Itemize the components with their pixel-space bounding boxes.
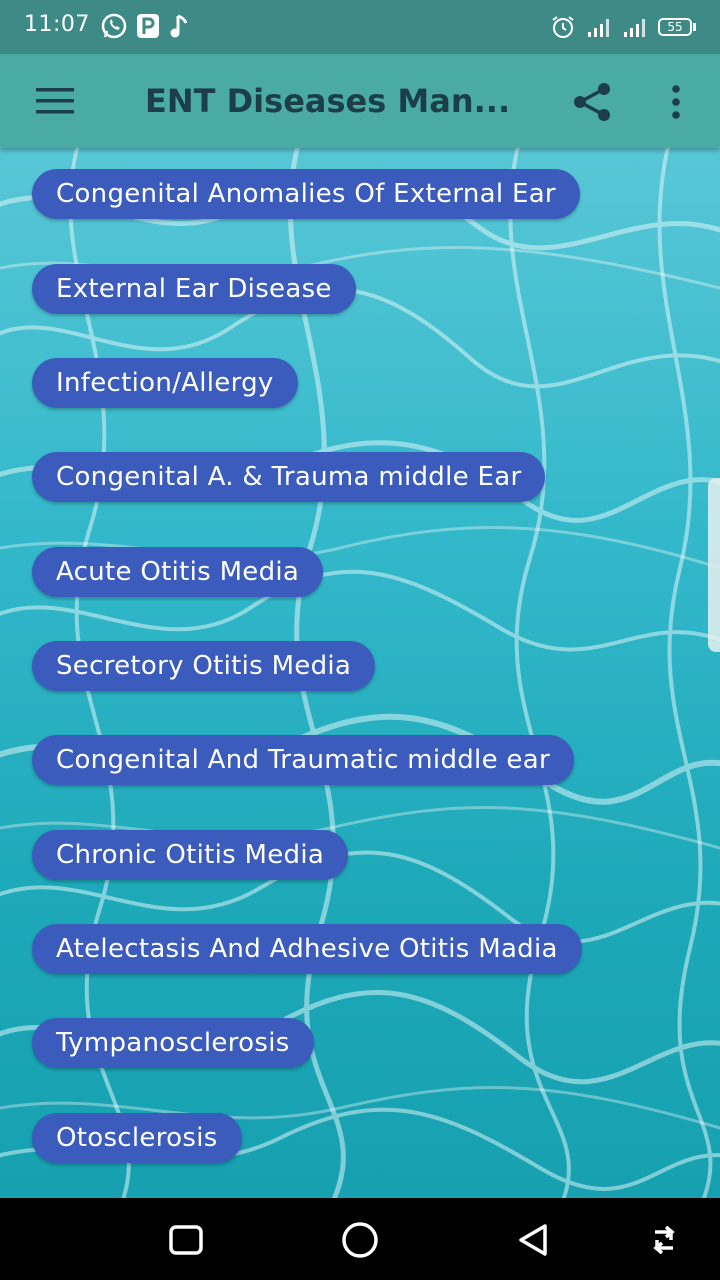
more-vert-icon[interactable]	[660, 82, 692, 122]
screen: 11:07 55 ENT Diseases Man... Congenital …	[0, 0, 720, 1280]
p-app-icon	[137, 14, 159, 38]
battery-icon: 55	[658, 18, 696, 36]
alarm-icon	[552, 16, 574, 38]
music-note-icon	[170, 14, 188, 38]
topic-button[interactable]: Congenital A. & Trauma middle Ear	[32, 452, 546, 502]
topic-list[interactable]: Congenital Anomalies Of External Ear Ext…	[0, 148, 720, 1198]
home-icon[interactable]	[338, 1218, 382, 1262]
topic-button[interactable]: Atelectasis And Adhesive Otitis Madia	[32, 924, 582, 974]
topic-button[interactable]: Otosclerosis	[32, 1113, 242, 1163]
system-icons: 55	[550, 14, 696, 40]
topic-button[interactable]: Secretory Otitis Media	[32, 641, 376, 691]
status-time: 11:07	[24, 12, 90, 37]
battery-level: 55	[658, 18, 692, 36]
topic-button[interactable]: Congenital And Traumatic middle ear	[32, 735, 574, 785]
whatsapp-icon	[101, 13, 127, 39]
recent-apps-icon[interactable]	[164, 1218, 208, 1262]
menu-icon[interactable]	[34, 84, 76, 118]
navigation-bar	[0, 1198, 720, 1280]
share-icon[interactable]	[570, 80, 614, 124]
signal-icon-2	[624, 19, 645, 37]
notification-icons	[100, 12, 190, 40]
page-title: ENT Diseases Man...	[145, 82, 511, 120]
rotate-icon[interactable]	[642, 1218, 686, 1262]
topic-button[interactable]: Infection/Allergy	[32, 358, 298, 408]
back-icon[interactable]	[512, 1218, 556, 1262]
topic-button[interactable]: Chronic Otitis Media	[32, 830, 349, 880]
topic-button[interactable]: External Ear Disease	[32, 264, 356, 314]
topic-button[interactable]: Acute Otitis Media	[32, 547, 324, 597]
app-bar: ENT Diseases Man...	[0, 54, 720, 148]
scroll-handle[interactable]	[708, 478, 720, 652]
status-bar: 11:07 55	[0, 0, 720, 54]
topic-button[interactable]: Tympanosclerosis	[32, 1018, 314, 1068]
signal-icon	[588, 19, 609, 37]
topic-button[interactable]: Congenital Anomalies Of External Ear	[32, 169, 580, 219]
